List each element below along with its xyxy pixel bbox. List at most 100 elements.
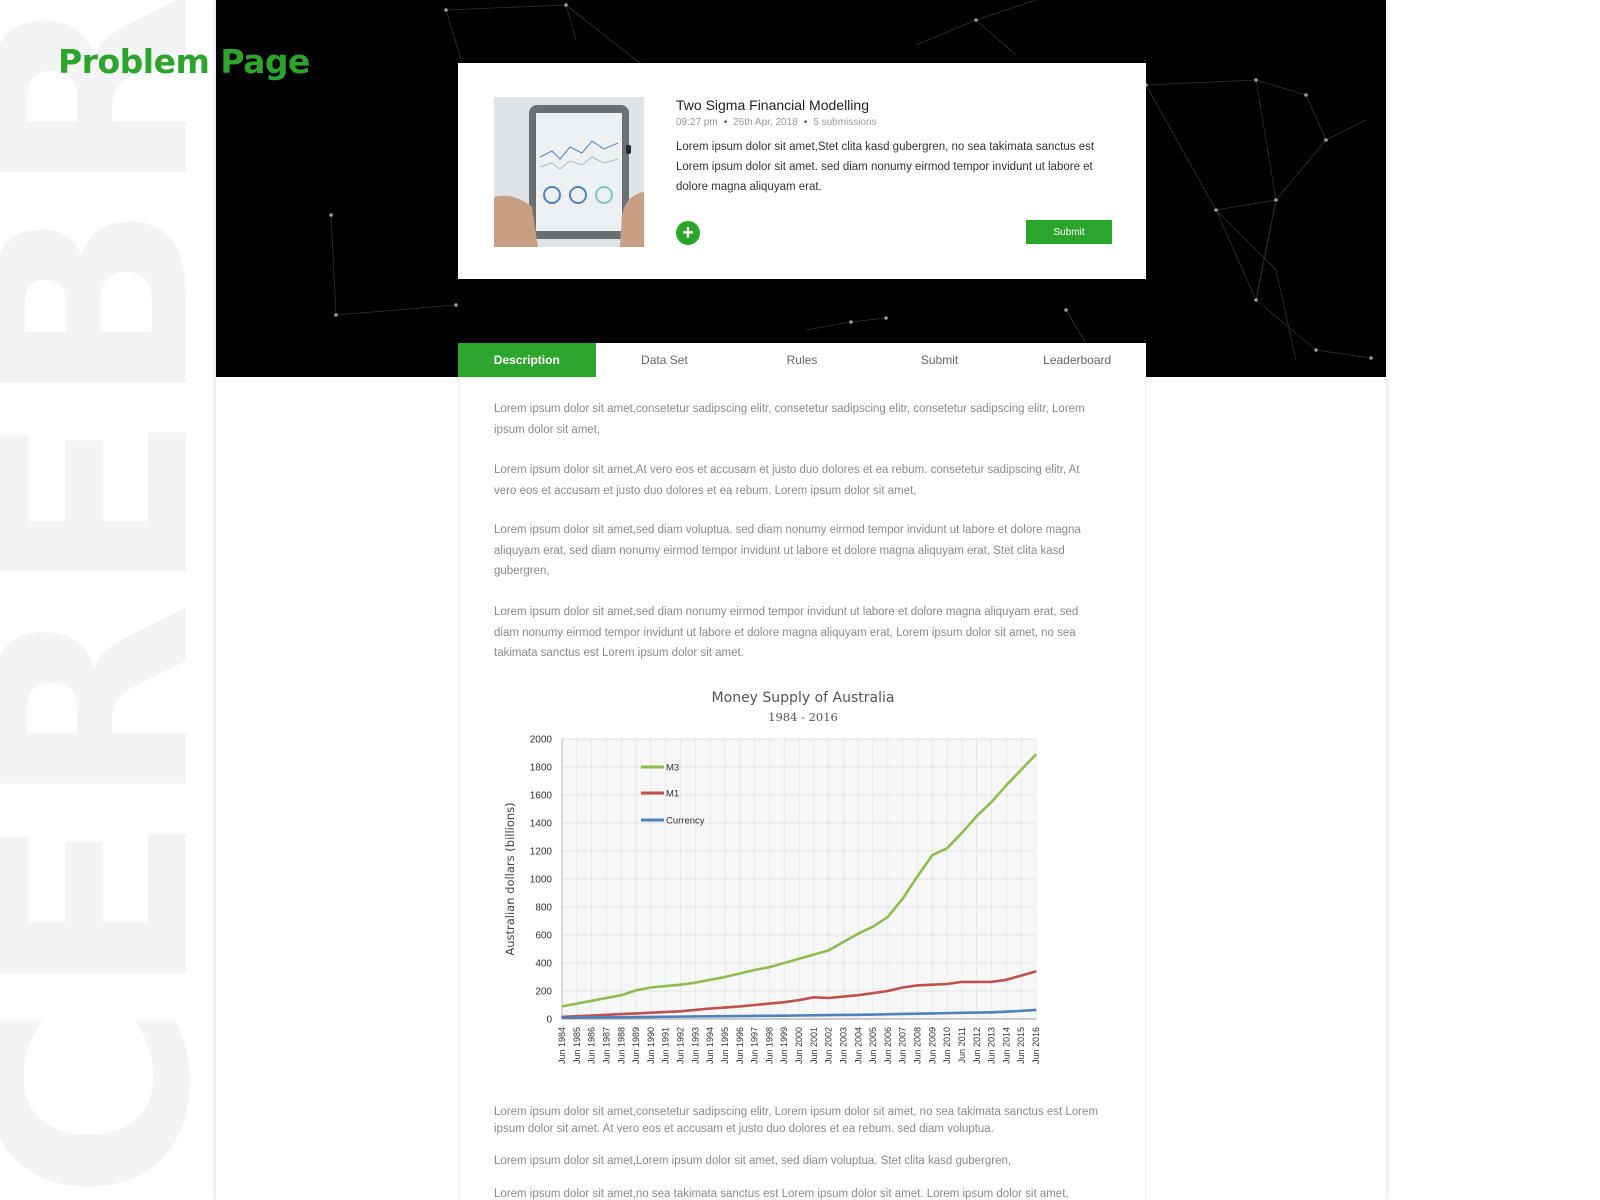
data-point-m3 (887, 916, 889, 918)
data-point-m3 (783, 962, 785, 964)
data-point-m1 (753, 1004, 756, 1006)
data-point-m3 (990, 801, 993, 803)
x-tick-label: Jun 2014 (1001, 1027, 1011, 1064)
x-tick-label: Jun 1994 (705, 1027, 715, 1064)
x-tick-label: Jun 2015 (1016, 1027, 1026, 1064)
x-tick-label: Jun 1995 (720, 1027, 730, 1064)
data-point-m3 (753, 969, 756, 971)
data-point-m1 (1035, 970, 1037, 973)
data-point-m1 (724, 1006, 726, 1009)
problem-thumbnail (494, 97, 644, 247)
data-point-m1 (813, 996, 815, 999)
data-point-m3 (724, 976, 726, 978)
data-point-m3 (561, 1005, 563, 1008)
problem-date: 26th Apr, 2018 (733, 117, 798, 128)
data-point-m1 (605, 1014, 608, 1016)
data-point-m3 (635, 989, 637, 992)
data-point-m1 (842, 995, 845, 998)
data-point-m3 (872, 925, 874, 928)
x-tick-label: Jun 1984 (557, 1027, 567, 1064)
legend-label-currency: Currency (666, 816, 705, 827)
x-tick-label: Jun 1990 (646, 1027, 656, 1064)
y-tick-label: 1200 (530, 847, 553, 858)
data-point-currency (724, 1015, 726, 1017)
data-point-currency (975, 1011, 978, 1014)
tab-description[interactable]: Description (458, 343, 596, 377)
problem-time: 09:27 pm (676, 117, 718, 128)
data-point-currency (1035, 1009, 1037, 1011)
data-point-m1 (768, 1002, 771, 1005)
tab-leaderboard[interactable]: Leaderboard (1008, 343, 1146, 377)
problem-tabs: Description Data Set Rules Submit Leader… (458, 343, 1146, 377)
submit-button[interactable]: Submit (1026, 220, 1112, 244)
x-tick-label: Jun 1988 (616, 1027, 626, 1064)
data-point-currency (650, 1016, 652, 1018)
data-point-currency (753, 1015, 756, 1017)
x-tick-label: Jun 2010 (942, 1027, 952, 1064)
meta-separator-icon: • (803, 117, 808, 128)
x-tick-label: Jun 1996 (735, 1027, 745, 1064)
data-point-m3 (1020, 769, 1022, 771)
page-layer: Two Sigma Financial Modelling 09:27 pm • 2… (216, 0, 1386, 1200)
data-point-m3 (650, 986, 652, 989)
data-point-m3 (664, 985, 667, 987)
data-point-m1 (1005, 979, 1008, 981)
page-label: Problem Page (58, 42, 310, 81)
data-point-currency (813, 1014, 815, 1017)
x-tick-label: Jun 2006 (883, 1027, 893, 1064)
legend-label-m3: M3 (666, 763, 679, 774)
data-point-m3 (961, 832, 963, 834)
tab-submit[interactable]: Submit (871, 343, 1009, 377)
data-point-m1 (857, 994, 860, 996)
data-point-currency (635, 1016, 637, 1018)
data-point-currency (590, 1016, 593, 1019)
data-point-m3 (738, 972, 741, 975)
x-tick-label: Jun 1998 (764, 1027, 774, 1064)
data-point-currency (990, 1011, 993, 1014)
y-tick-label: 1800 (530, 763, 553, 774)
x-tick-label: Jun 1991 (661, 1027, 671, 1064)
data-point-m1 (961, 981, 963, 983)
data-point-currency (946, 1012, 948, 1014)
x-tick-label: Jun 2012 (972, 1027, 982, 1064)
data-point-currency (561, 1017, 563, 1019)
data-point-m3 (1035, 753, 1037, 756)
data-point-m3 (709, 979, 711, 981)
data-point-m3 (620, 994, 623, 996)
data-point-currency (842, 1014, 845, 1016)
data-point-m3 (590, 1000, 593, 1002)
meta-separator-icon: • (723, 117, 728, 128)
tab-data-set[interactable]: Data Set (596, 343, 734, 377)
data-point-m1 (679, 1010, 682, 1013)
tab-rules[interactable]: Rules (733, 343, 871, 377)
data-point-currency (901, 1013, 904, 1015)
data-point-currency (798, 1014, 800, 1017)
problem-meta: 09:27 pm • 26th Apr, 2018 • 5 submissions (676, 117, 877, 128)
data-point-m1 (798, 999, 800, 1001)
paragraph: Lorem ipsum dolor sit amet,no sea takima… (494, 1188, 1069, 1200)
data-point-currency (1005, 1010, 1008, 1013)
data-point-m3 (975, 815, 978, 817)
x-tick-label: Jun 1997 (750, 1027, 760, 1064)
plus-circle-icon: + (682, 222, 694, 244)
x-tick-label: Jun 2002 (824, 1027, 834, 1064)
x-tick-label: Jun 1986 (587, 1027, 597, 1064)
data-point-currency (783, 1014, 785, 1017)
data-point-m1 (620, 1013, 623, 1015)
data-point-m1 (887, 990, 889, 992)
submission-count: 5 submissions (813, 117, 877, 128)
y-tick-label: 2000 (530, 735, 553, 746)
chart-area: Money Supply of Australia 1984 - 2016 02… (459, 377, 1147, 1200)
data-point-currency (768, 1014, 771, 1017)
x-tick-label: Jun 2016 (1031, 1027, 1041, 1064)
problem-card: Two Sigma Financial Modelling 09:27 pm • 2… (458, 63, 1146, 279)
data-point-m3 (679, 983, 682, 986)
data-point-m3 (768, 966, 771, 968)
x-tick-label: Jun 2008 (913, 1027, 923, 1064)
data-point-m1 (931, 983, 934, 986)
paragraph: Lorem ipsum dolor sit amet,Lorem ipsum d… (494, 1155, 1012, 1167)
problem-description: Lorem ipsum dolor sit amet,Stet clita ka… (676, 141, 1095, 193)
x-tick-label: Jun 1992 (676, 1027, 686, 1064)
data-point-currency (961, 1012, 963, 1014)
add-button[interactable]: + (676, 221, 700, 245)
